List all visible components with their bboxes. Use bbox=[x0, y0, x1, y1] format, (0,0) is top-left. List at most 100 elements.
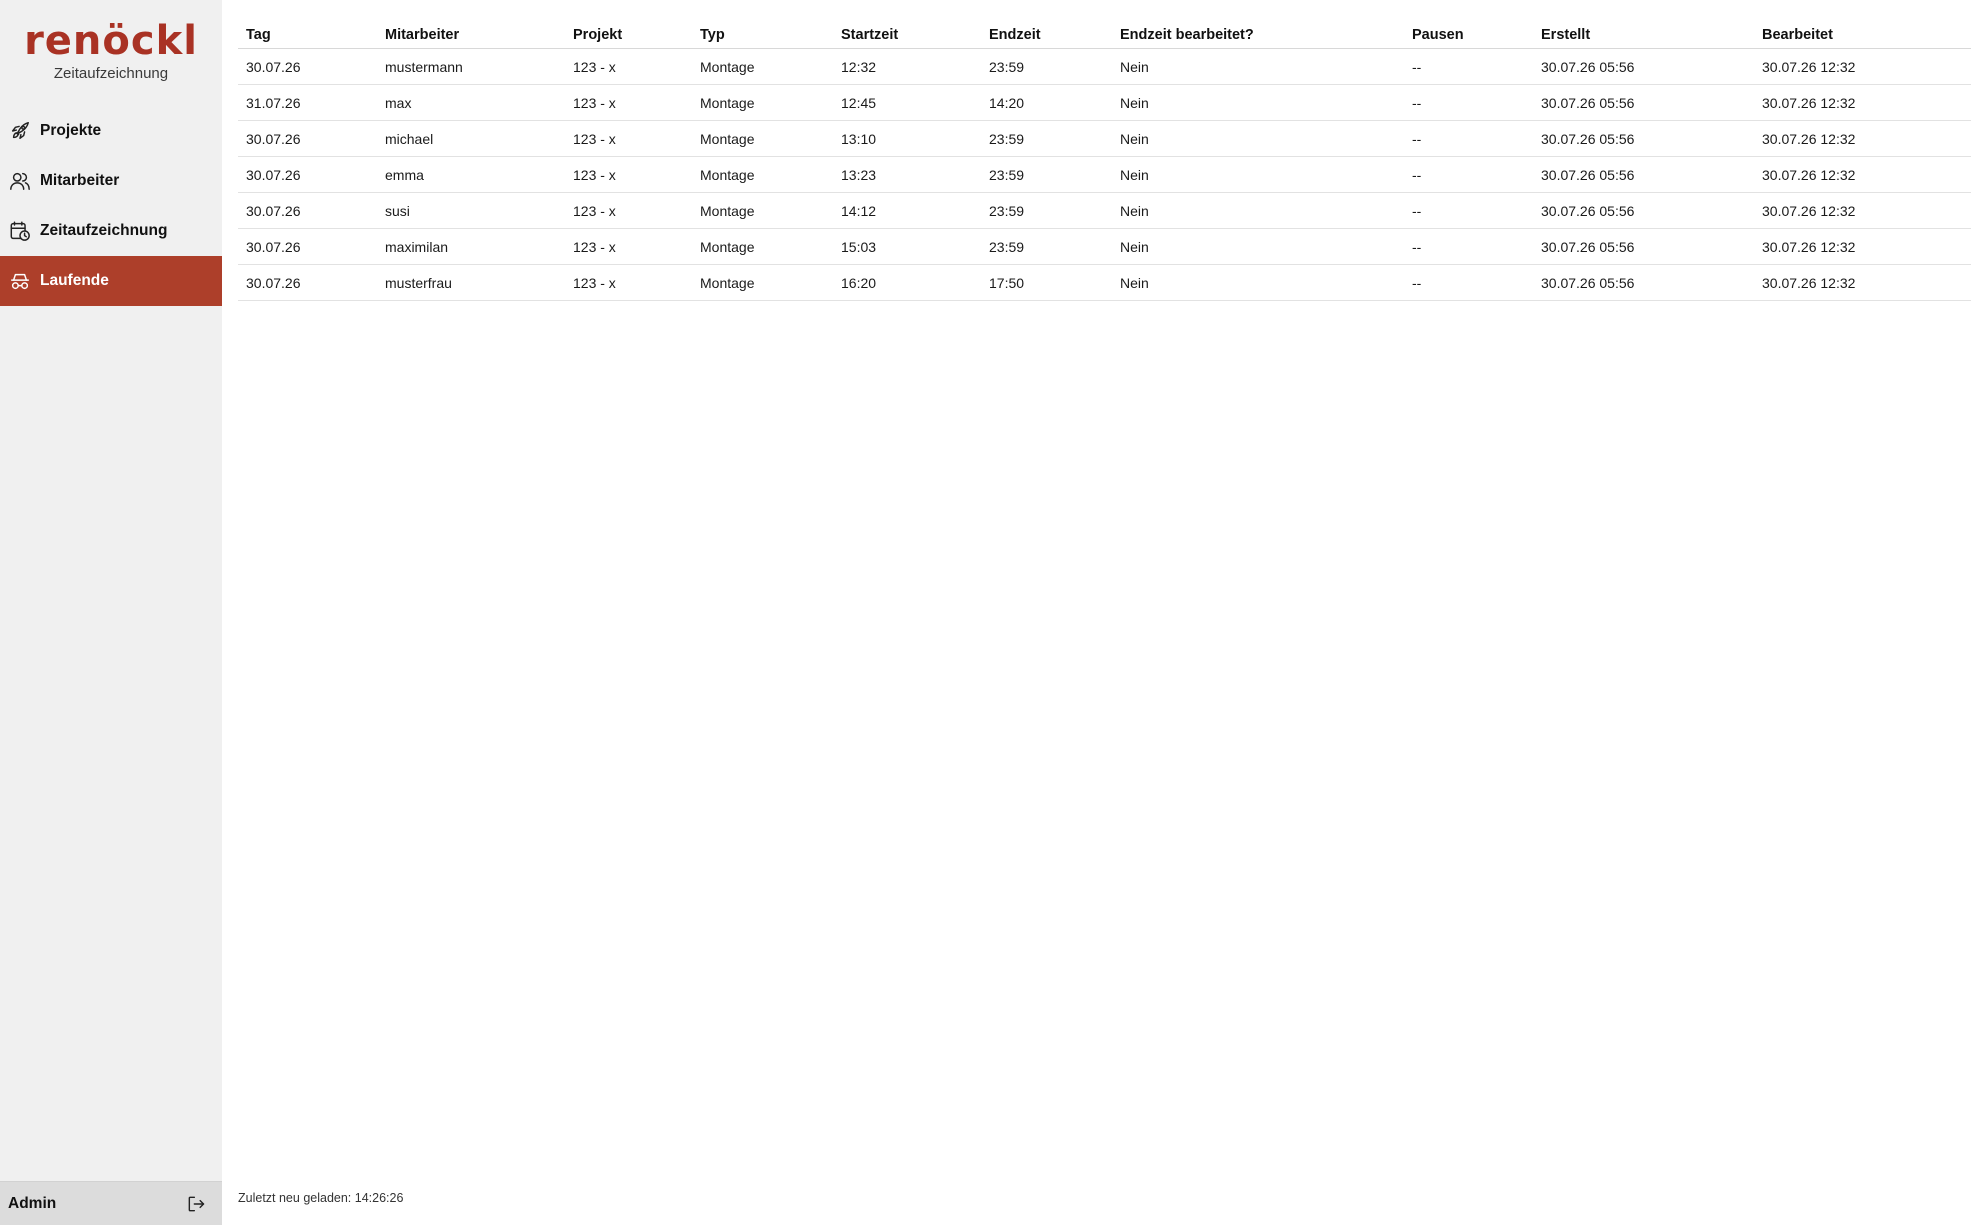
column-header-tag[interactable]: Tag bbox=[238, 22, 377, 49]
cell-projekt: 123 - x bbox=[565, 156, 692, 193]
cell-typ: Montage bbox=[692, 264, 833, 301]
table-row[interactable]: 30.07.26 susi 123 - x Montage 14:12 23:59 Nein… bbox=[238, 192, 1971, 229]
cell-projekt: 123 - x bbox=[565, 120, 692, 157]
cell-bearbeitet: 30.07.26 12:32 bbox=[1754, 84, 1971, 121]
table-row[interactable]: 31.07.26 max 123 - x Montage 12:45 14:20 Nein -… bbox=[238, 84, 1971, 121]
cell-endzeit-bearbeitet: Nein bbox=[1112, 48, 1404, 85]
cell-tag: 30.07.26 bbox=[238, 48, 377, 85]
cell-bearbeitet: 30.07.26 12:32 bbox=[1754, 264, 1971, 301]
sidebar-item-projekte[interactable]: Projekte bbox=[0, 106, 222, 156]
column-header-mitarbeiter[interactable]: Mitarbeiter bbox=[377, 22, 565, 49]
cell-endzeit: 23:59 bbox=[981, 48, 1112, 85]
cell-projekt: 123 - x bbox=[565, 192, 692, 229]
last-reload-status: Zuletzt neu geladen: 14:26:26 bbox=[238, 1191, 404, 1205]
cell-erstellt: 30.07.26 05:56 bbox=[1533, 228, 1754, 265]
main-content: Tag Mitarbeiter Projekt Typ Startzeit En… bbox=[222, 0, 1985, 1225]
cell-tag: 30.07.26 bbox=[238, 156, 377, 193]
sidebar-item-laufende[interactable]: Laufende bbox=[0, 256, 222, 306]
cell-endzeit: 23:59 bbox=[981, 228, 1112, 265]
logout-icon[interactable] bbox=[186, 1194, 206, 1214]
brand-subtitle: Zeitaufzeichnung bbox=[53, 65, 169, 82]
cell-startzeit: 12:32 bbox=[833, 48, 981, 85]
cell-bearbeitet: 30.07.26 12:32 bbox=[1754, 120, 1971, 157]
sidebar-item-label: Zeitaufzeichnung bbox=[40, 222, 168, 239]
cell-erstellt: 30.07.26 05:56 bbox=[1533, 120, 1754, 157]
cell-pausen: -- bbox=[1404, 192, 1533, 229]
cell-pausen: -- bbox=[1404, 228, 1533, 265]
cell-pausen: -- bbox=[1404, 120, 1533, 157]
sidebar-item-label: Mitarbeiter bbox=[40, 172, 120, 189]
cell-pausen: -- bbox=[1404, 84, 1533, 121]
running-entries-table: Tag Mitarbeiter Projekt Typ Startzeit En… bbox=[238, 22, 1971, 301]
sidebar: renöckl Zeitaufzeichnung Projekte Mitarb… bbox=[0, 0, 222, 1225]
cell-tag: 30.07.26 bbox=[238, 120, 377, 157]
sidebar-item-mitarbeiter[interactable]: Mitarbeiter bbox=[0, 156, 222, 206]
cell-typ: Montage bbox=[692, 228, 833, 265]
column-header-endzeit[interactable]: Endzeit bbox=[981, 22, 1112, 49]
cell-pausen: -- bbox=[1404, 156, 1533, 193]
cell-endzeit-bearbeitet: Nein bbox=[1112, 228, 1404, 265]
cell-endzeit: 23:59 bbox=[981, 192, 1112, 229]
cell-erstellt: 30.07.26 05:56 bbox=[1533, 156, 1754, 193]
table-row[interactable]: 30.07.26 musterfrau 123 - x Montage 16:20 17:… bbox=[238, 264, 1971, 301]
cell-endzeit: 17:50 bbox=[981, 264, 1112, 301]
cell-projekt: 123 - x bbox=[565, 48, 692, 85]
sidebar-nav: Projekte Mitarbeiter Zeitaufzeichnung La… bbox=[0, 106, 222, 306]
cell-endzeit-bearbeitet: Nein bbox=[1112, 120, 1404, 157]
cell-bearbeitet: 30.07.26 12:32 bbox=[1754, 48, 1971, 85]
cell-bearbeitet: 30.07.26 12:32 bbox=[1754, 156, 1971, 193]
cell-mitarbeiter: emma bbox=[377, 156, 565, 193]
cell-typ: Montage bbox=[692, 84, 833, 121]
cell-mitarbeiter: mustermann bbox=[377, 48, 565, 85]
table-body: 30.07.26 mustermann 123 - x Montage 12:32 23:… bbox=[238, 48, 1971, 301]
cell-mitarbeiter: michael bbox=[377, 120, 565, 157]
brand-logo[interactable]: renöckl bbox=[0, 18, 222, 64]
column-header-endzeit-bearbeitet[interactable]: Endzeit bearbeitet? bbox=[1112, 22, 1404, 49]
cell-endzeit-bearbeitet: Nein bbox=[1112, 156, 1404, 193]
column-header-typ[interactable]: Typ bbox=[692, 22, 833, 49]
cell-typ: Montage bbox=[692, 192, 833, 229]
table-row[interactable]: 30.07.26 maximilan 123 - x Montage 15:03 23:5… bbox=[238, 228, 1971, 265]
cell-pausen: -- bbox=[1404, 48, 1533, 85]
cell-erstellt: 30.07.26 05:56 bbox=[1533, 48, 1754, 85]
column-header-bearbeitet[interactable]: Bearbeitet bbox=[1754, 22, 1971, 49]
cell-typ: Montage bbox=[692, 48, 833, 85]
cell-startzeit: 13:10 bbox=[833, 120, 981, 157]
users-icon bbox=[9, 170, 31, 192]
cell-projekt: 123 - x bbox=[565, 264, 692, 301]
table-row[interactable]: 30.07.26 mustermann 123 - x Montage 12:32 23:… bbox=[238, 48, 1971, 85]
cell-endzeit-bearbeitet: Nein bbox=[1112, 264, 1404, 301]
sidebar-item-zeitaufzeichnung[interactable]: Zeitaufzeichnung bbox=[0, 206, 222, 256]
cell-tag: 30.07.26 bbox=[238, 192, 377, 229]
cell-typ: Montage bbox=[692, 120, 833, 157]
table-row[interactable]: 30.07.26 michael 123 - x Montage 13:10 23:59 N… bbox=[238, 120, 1971, 157]
sidebar-item-label: Projekte bbox=[40, 122, 102, 139]
cell-erstellt: 30.07.26 05:56 bbox=[1533, 192, 1754, 229]
cell-endzeit: 23:59 bbox=[981, 156, 1112, 193]
rocket-icon bbox=[9, 120, 31, 142]
cell-startzeit: 12:45 bbox=[833, 84, 981, 121]
cell-bearbeitet: 30.07.26 12:32 bbox=[1754, 192, 1971, 229]
table-header-row: Tag Mitarbeiter Projekt Typ Startzeit En… bbox=[238, 22, 1971, 49]
cell-startzeit: 13:23 bbox=[833, 156, 981, 193]
cell-mitarbeiter: max bbox=[377, 84, 565, 121]
cell-pausen: -- bbox=[1404, 264, 1533, 301]
cell-endzeit: 23:59 bbox=[981, 120, 1112, 157]
table-row[interactable]: 30.07.26 emma 123 - x Montage 13:23 23:59 Nein… bbox=[238, 156, 1971, 193]
column-header-pausen[interactable]: Pausen bbox=[1404, 22, 1533, 49]
cell-tag: 30.07.26 bbox=[238, 228, 377, 265]
cell-endzeit-bearbeitet: Nein bbox=[1112, 84, 1404, 121]
cell-startzeit: 14:12 bbox=[833, 192, 981, 229]
cell-mitarbeiter: susi bbox=[377, 192, 565, 229]
cell-endzeit-bearbeitet: Nein bbox=[1112, 192, 1404, 229]
cell-typ: Montage bbox=[692, 156, 833, 193]
cell-projekt: 123 - x bbox=[565, 84, 692, 121]
calendar-clock-icon bbox=[9, 220, 31, 242]
column-header-projekt[interactable]: Projekt bbox=[565, 22, 692, 49]
column-header-startzeit[interactable]: Startzeit bbox=[833, 22, 981, 49]
cell-tag: 30.07.26 bbox=[238, 264, 377, 301]
sidebar-footer: Admin bbox=[0, 1181, 222, 1225]
cell-bearbeitet: 30.07.26 12:32 bbox=[1754, 228, 1971, 265]
column-header-erstellt[interactable]: Erstellt bbox=[1533, 22, 1754, 49]
cell-tag: 31.07.26 bbox=[238, 84, 377, 121]
